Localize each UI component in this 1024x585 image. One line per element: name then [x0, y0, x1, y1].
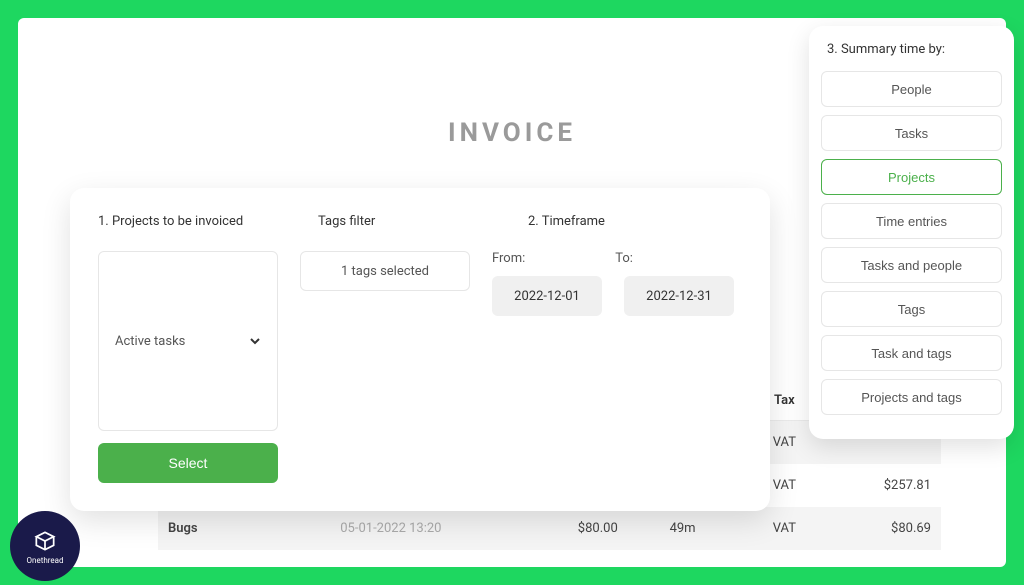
summary-option-task-and-tags[interactable]: Task and tags [821, 335, 1002, 371]
cell-desc: 05-01-2022 13:20 [330, 507, 518, 550]
cell-amount: $80.69 [831, 507, 941, 550]
brand-name: Onethread [27, 556, 64, 565]
chevron-down-icon [249, 335, 261, 347]
tags-label: Tags filter [318, 214, 488, 229]
summary-option-tasks-and-people[interactable]: Tasks and people [821, 247, 1002, 283]
cell-hours: 49m [628, 507, 738, 550]
to-label: To: [615, 251, 633, 266]
brand-logo: Onethread [10, 511, 80, 581]
from-label: From: [492, 251, 525, 266]
summary-option-people[interactable]: People [821, 71, 1002, 107]
to-date-input[interactable]: 2022-12-31 [624, 276, 734, 316]
cell-rate: $80.00 [518, 507, 628, 550]
filter-panel: 1. Projects to be invoiced Tags filter 2… [70, 188, 770, 511]
tags-filter-button[interactable]: 1 tags selected [300, 251, 470, 291]
timeframe-label: 2. Timeframe [528, 214, 605, 229]
summary-option-projects[interactable]: Projects [821, 159, 1002, 195]
summary-option-tasks[interactable]: Tasks [821, 115, 1002, 151]
select-button[interactable]: Select [98, 443, 278, 483]
cell-type: Bugs [158, 507, 330, 550]
table-row: Bugs 05-01-2022 13:20 $80.00 49m VAT $80… [158, 507, 941, 550]
projects-dropdown[interactable]: Active tasks [98, 251, 278, 431]
tags-filter-value: 1 tags selected [341, 264, 429, 279]
summary-panel: 3. Summary time by: People Tasks Projects T… [809, 26, 1014, 439]
projects-label: 1. Projects to be invoiced [98, 214, 278, 229]
projects-dropdown-value: Active tasks [115, 334, 185, 349]
cell-amount: $257.81 [831, 464, 941, 507]
cell-tax: VAT [737, 507, 831, 550]
summary-option-time-entries[interactable]: Time entries [821, 203, 1002, 239]
summary-option-tags[interactable]: Tags [821, 291, 1002, 327]
summary-option-projects-and-tags[interactable]: Projects and tags [821, 379, 1002, 415]
from-date-input[interactable]: 2022-12-01 [492, 276, 602, 316]
summary-title: 3. Summary time by: [827, 42, 1002, 57]
thread-icon [32, 528, 58, 554]
